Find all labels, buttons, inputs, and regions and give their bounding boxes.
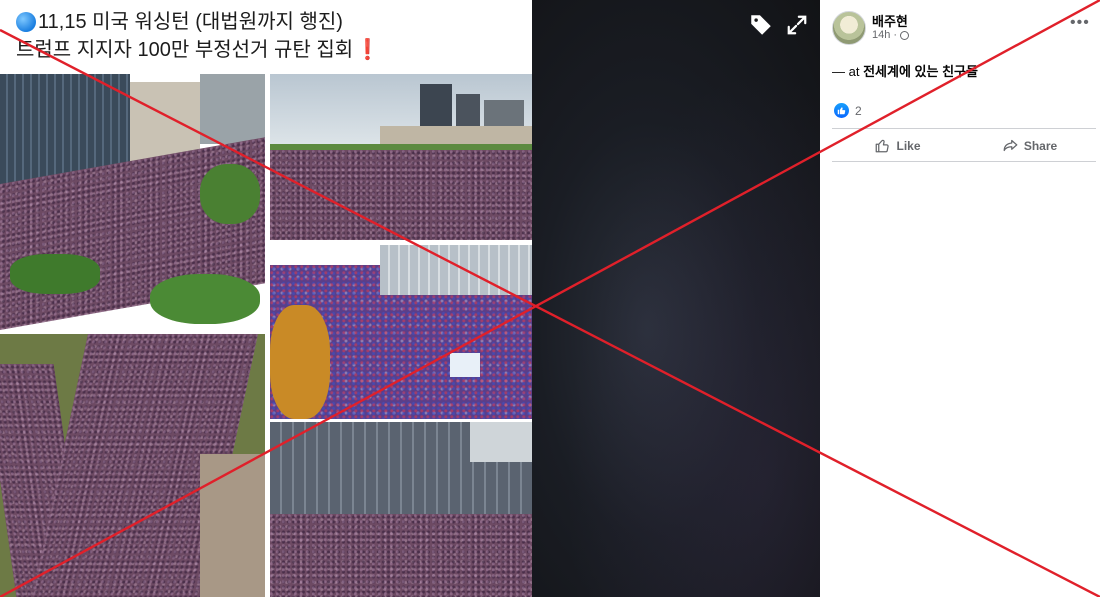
tag-button[interactable] xyxy=(746,10,776,40)
caption-text-2: 트럼프 지지자 100만 부정선거 규탄 집회 xyxy=(16,39,354,61)
share-button[interactable]: Share xyxy=(964,130,1096,161)
post-photo[interactable]: 11,15 미국 워싱턴 (대법원까지 행진) 트럼프 지지자 100만 부정선… xyxy=(0,0,532,597)
like-reaction-icon xyxy=(834,103,849,118)
blurred-backdrop xyxy=(532,0,820,597)
post-panel: 배주현 14h · ••• — at 전세계에 있는 친구들 2 Like Sh… xyxy=(820,0,1100,597)
post-text: — at 전세계에 있는 친구들 xyxy=(832,61,978,80)
reaction-count: 2 xyxy=(855,103,862,118)
like-button[interactable]: Like xyxy=(832,130,964,161)
photo-caption: 11,15 미국 워싱턴 (대법원까지 행진) 트럼프 지지자 100만 부정선… xyxy=(0,0,532,74)
post-text-prefix: — at xyxy=(832,64,860,79)
location-link[interactable]: 전세계에 있는 친구들 xyxy=(863,64,978,79)
divider xyxy=(832,128,1096,129)
reaction-summary[interactable]: 2 xyxy=(834,103,862,118)
post-meta: 14h · xyxy=(872,29,910,41)
crowd-photo-tile-1 xyxy=(0,74,265,330)
divider xyxy=(832,161,1096,162)
like-icon xyxy=(876,139,890,153)
like-label: Like xyxy=(896,138,921,153)
photo-viewer: 11,15 미국 워싱턴 (대법원까지 행진) 트럼프 지지자 100만 부정선… xyxy=(0,0,820,597)
crowd-photo-tile-5 xyxy=(270,422,532,597)
expand-icon xyxy=(787,15,807,35)
avatar[interactable] xyxy=(832,11,866,45)
expand-button[interactable] xyxy=(782,10,812,40)
tag-icon xyxy=(751,15,771,35)
crowd-photo-tile-3 xyxy=(270,245,532,419)
red-exclamation-icon: ❗ xyxy=(355,39,381,61)
crowd-photo-tile-2 xyxy=(270,74,532,240)
crowd-photo-tile-4 xyxy=(0,334,265,597)
post-time[interactable]: 14h xyxy=(872,29,890,41)
caption-line-2: 트럼프 지지자 100만 부정선거 규탄 집회 ❗ xyxy=(16,36,516,64)
caption-line-1: 11,15 미국 워싱턴 (대법원까지 행진) xyxy=(16,8,516,36)
globe-icon xyxy=(900,30,910,40)
share-label: Share xyxy=(1023,138,1058,153)
blue-circle-icon xyxy=(16,12,36,32)
more-options-button[interactable]: ••• xyxy=(1070,14,1090,32)
caption-text-1: 11,15 미국 워싱턴 (대법원까지 행진) xyxy=(38,11,343,33)
post-actions: Like Share xyxy=(832,130,1096,161)
share-icon xyxy=(1003,139,1018,152)
author-name[interactable]: 배주현 xyxy=(872,11,908,30)
